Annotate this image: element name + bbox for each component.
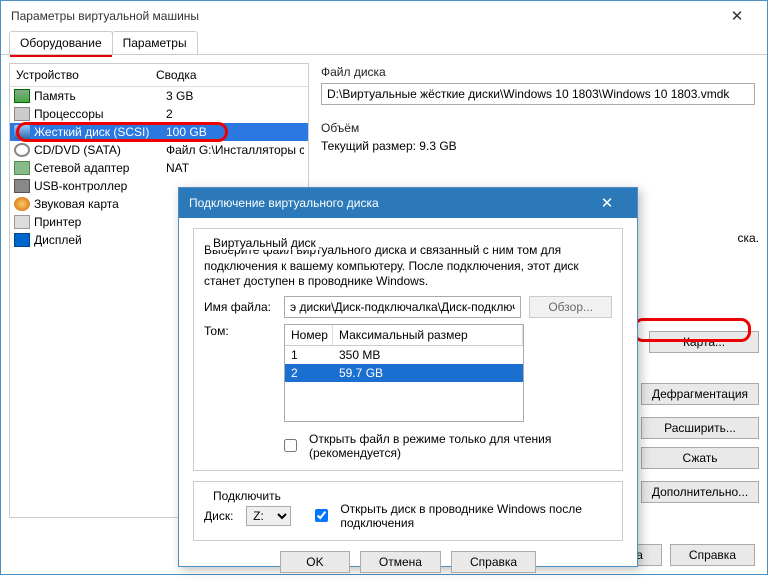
tab-options[interactable]: Параметры xyxy=(112,31,198,54)
volume-tom-label: Том: xyxy=(204,324,276,338)
device-summary: 3 GB xyxy=(166,89,304,103)
disk-file-label: Файл диска xyxy=(321,63,755,83)
device-row[interactable]: Память3 GB xyxy=(10,87,308,105)
dlg-ok-button[interactable]: OK xyxy=(280,551,350,573)
device-name: Принтер xyxy=(34,215,166,229)
device-icon xyxy=(14,107,30,121)
device-name: Дисплей xyxy=(34,233,166,247)
dlg-cancel-button[interactable]: Отмена xyxy=(360,551,441,573)
vol-size: 350 MB xyxy=(333,347,523,363)
col-device: Устройство xyxy=(10,64,150,86)
device-name: CD/DVD (SATA) xyxy=(34,143,166,157)
dlg-close-icon[interactable]: ✕ xyxy=(587,194,627,212)
device-row[interactable]: CD/DVD (SATA)Файл G:\Инсталляторы соф... xyxy=(10,141,308,159)
device-icon xyxy=(14,215,30,229)
device-summary: NAT xyxy=(166,161,304,175)
device-name: Жесткий диск (SCSI) xyxy=(34,125,166,139)
vd-group-label: Виртуальный диск xyxy=(210,236,319,250)
tab-hardware[interactable]: Оборудование xyxy=(9,31,113,54)
hardware-header: Устройство Сводка xyxy=(10,64,308,87)
vd-description: Выберите файл виртуального диска и связа… xyxy=(204,243,612,290)
device-name: Сетевой адаптер xyxy=(34,161,166,175)
main-title: Параметры виртуальной машины xyxy=(11,9,199,23)
device-icon xyxy=(14,233,30,247)
virtual-disk-group: Виртуальный диск Выберите файл виртуальн… xyxy=(193,228,623,471)
device-summary: Файл G:\Инсталляторы соф... xyxy=(166,143,304,157)
advanced-button[interactable]: Дополнительно... xyxy=(641,481,759,503)
device-row[interactable]: Сетевой адаптерNAT xyxy=(10,159,308,177)
file-name-field[interactable] xyxy=(284,296,521,318)
device-row[interactable]: Жесткий диск (SCSI)100 GB xyxy=(10,123,308,141)
device-icon xyxy=(14,125,30,139)
dlg-help-button[interactable]: Справка xyxy=(451,551,536,573)
device-name: Звуковая карта xyxy=(34,197,166,211)
close-icon[interactable]: ✕ xyxy=(717,7,757,25)
vol-number: 2 xyxy=(285,365,333,381)
readonly-label: Открыть файл в режиме только для чтения … xyxy=(309,432,612,460)
col-number: Номер xyxy=(285,325,333,345)
file-name-label: Имя файла: xyxy=(204,300,276,314)
dlg-title: Подключение виртуального диска xyxy=(189,196,379,210)
open-explorer-label: Открыть диск в проводнике Windows после … xyxy=(340,502,612,530)
connect-group-label: Подключить xyxy=(210,489,284,503)
device-summary: 100 GB xyxy=(166,125,304,139)
volume-row[interactable]: 1350 MB xyxy=(285,346,523,364)
drive-label: Диск: xyxy=(204,509,238,523)
defrag-button[interactable]: Дефрагментация xyxy=(641,383,759,405)
device-icon xyxy=(14,161,30,175)
volume-table[interactable]: Номер Максимальный размер 1350 MB259.7 G… xyxy=(284,324,524,422)
device-icon xyxy=(14,89,30,103)
connect-group: Подключить Диск: Z: Открыть диск в прово… xyxy=(193,481,623,541)
current-size: Текущий размер: 9.3 GB xyxy=(321,139,755,153)
dlg-titlebar: Подключение виртуального диска ✕ xyxy=(179,188,637,218)
compact-button[interactable]: Сжать xyxy=(641,447,759,469)
vol-size: 59.7 GB xyxy=(333,365,523,381)
device-icon xyxy=(14,197,30,211)
expand-button[interactable]: Расширить... xyxy=(641,417,759,439)
browse-button[interactable]: Обзор... xyxy=(529,296,612,318)
open-explorer-checkbox[interactable] xyxy=(315,509,328,522)
main-titlebar: Параметры виртуальной машины ✕ xyxy=(1,1,767,31)
main-help-button[interactable]: Справка xyxy=(670,544,755,566)
clipped-text-1: ска. xyxy=(737,231,759,245)
col-summary: Сводка xyxy=(150,64,308,86)
col-maxsize: Максимальный размер xyxy=(333,325,523,345)
device-row[interactable]: Процессоры2 xyxy=(10,105,308,123)
volume-row[interactable]: 259.7 GB xyxy=(285,364,523,382)
device-icon xyxy=(14,143,30,157)
disk-file-field[interactable] xyxy=(321,83,755,105)
device-name: Память xyxy=(34,89,166,103)
readonly-checkbox[interactable] xyxy=(284,439,297,452)
volume-label: Объём xyxy=(321,119,755,139)
drive-select[interactable]: Z: xyxy=(246,506,291,526)
map-button[interactable]: Карта... xyxy=(649,331,759,353)
device-icon xyxy=(14,179,30,193)
device-name: USB-контроллер xyxy=(34,179,166,193)
vol-number: 1 xyxy=(285,347,333,363)
tabs: Оборудование Параметры xyxy=(1,31,767,55)
device-name: Процессоры xyxy=(34,107,166,121)
map-disk-dialog: Подключение виртуального диска ✕ Виртуал… xyxy=(178,187,638,567)
device-summary: 2 xyxy=(166,107,304,121)
